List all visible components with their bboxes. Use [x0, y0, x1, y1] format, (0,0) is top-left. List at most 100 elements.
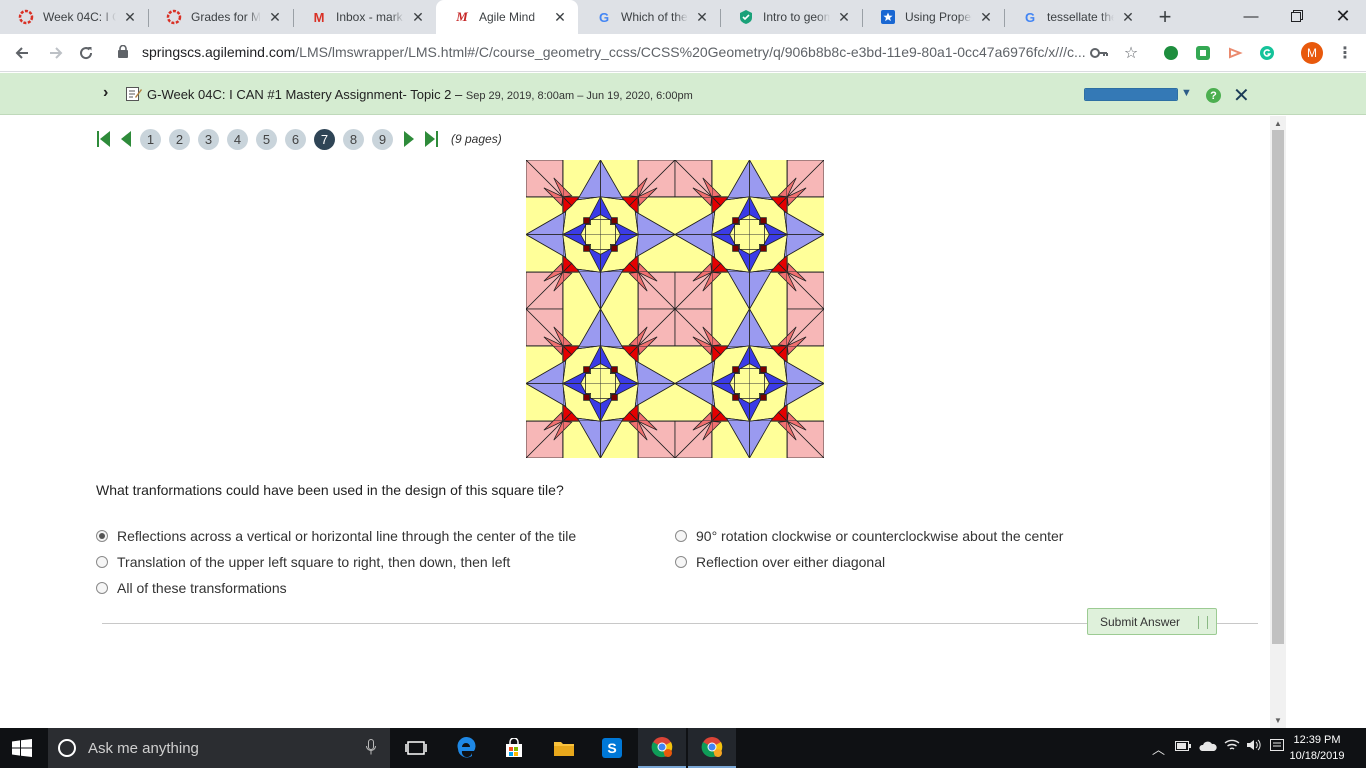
lesson-title: G-Week 04C: I CAN #1 Mastery Assignment-…: [147, 87, 693, 102]
answer-radio[interactable]: [96, 582, 108, 594]
page-navigator: 123456789 (9 pages): [96, 128, 502, 150]
restore-icon[interactable]: [1274, 0, 1320, 32]
answer-option-5[interactable]: All of these transformations: [96, 580, 287, 596]
red-ring-icon: [166, 9, 182, 25]
url-host: springscs.agilemind.com: [142, 44, 296, 60]
answer-option-4[interactable]: Reflection over either diagonal: [675, 554, 885, 570]
browser-tab[interactable]: Week 04C: I CAN ✕: [0, 0, 148, 34]
browser-tab[interactable]: G tessellate the p ✕: [1004, 0, 1146, 34]
browser-tab[interactable]: G Which of the c ✕: [578, 0, 720, 34]
page-number-button[interactable]: 7: [314, 128, 335, 150]
scrollbar-thumb[interactable]: [1272, 130, 1284, 644]
tab-title: Using Properti: [905, 10, 972, 24]
page-number-button[interactable]: 9: [372, 128, 393, 150]
answer-option-1[interactable]: Reflections across a vertical or horizon…: [96, 528, 576, 544]
answer-label: Reflections across a vertical or horizon…: [117, 528, 577, 544]
lesson-date-range: Sep 29, 2019, 8:00am – Jun 19, 2020, 6:0…: [465, 90, 693, 102]
close-tab-icon[interactable]: ✕: [410, 9, 426, 25]
more-menu-icon[interactable]: ⋮: [1334, 42, 1356, 64]
page-number-button[interactable]: 5: [256, 128, 277, 150]
answer-radio[interactable]: [96, 530, 108, 542]
answer-label: Translation of the upper left square to …: [117, 554, 511, 570]
share-extension-icon[interactable]: [1224, 42, 1246, 64]
divider: [102, 623, 1258, 624]
vertical-scrollbar[interactable]: ▲ ▼: [1270, 116, 1286, 728]
close-window-icon[interactable]: ✕: [1320, 0, 1366, 32]
browser-tab-strip: Week 04C: I CAN ✕ Grades for Mark ✕ M In…: [0, 0, 1366, 34]
cortana-icon: [58, 739, 76, 757]
show-hidden-icons-icon[interactable]: ︿: [1152, 739, 1165, 758]
reload-icon[interactable]: [72, 39, 100, 67]
search-placeholder: Ask me anything: [88, 739, 199, 757]
previous-page-icon[interactable]: [118, 129, 134, 149]
grammarly-icon[interactable]: [1256, 42, 1278, 64]
task-view-icon[interactable]: [392, 728, 440, 768]
gmail-icon: M: [313, 9, 325, 25]
close-tab-icon[interactable]: ✕: [122, 9, 138, 25]
close-tab-icon[interactable]: ✕: [267, 9, 283, 25]
close-tab-icon[interactable]: ✕: [552, 9, 568, 25]
browser-tab-active[interactable]: M Agile Mind ✕: [436, 0, 578, 34]
battery-icon[interactable]: [1175, 739, 1191, 754]
back-icon[interactable]: [8, 39, 36, 67]
close-tab-icon[interactable]: ✕: [978, 9, 994, 25]
microphone-icon[interactable]: [366, 738, 376, 758]
minimize-icon[interactable]: —: [1228, 0, 1274, 32]
red-ring-icon: [18, 9, 34, 25]
browser-tab[interactable]: Grades for Mark ✕: [148, 0, 293, 34]
page-number-button[interactable]: 1: [140, 128, 161, 150]
notifications-icon[interactable]: [1270, 739, 1284, 756]
skype-icon[interactable]: S: [588, 728, 636, 768]
answer-option-2[interactable]: 90° rotation clockwise or counterclockwi…: [675, 528, 1063, 544]
shield-check-icon: [738, 9, 754, 25]
edge-browser-icon[interactable]: [442, 728, 490, 768]
page-number-button[interactable]: 2: [169, 128, 190, 150]
forward-icon[interactable]: [42, 39, 70, 67]
expand-chevron-icon[interactable]: ›: [103, 84, 108, 102]
store-icon[interactable]: [490, 728, 538, 768]
wifi-icon[interactable]: [1224, 739, 1240, 754]
windows-start-icon[interactable]: [12, 739, 32, 757]
bookmark-star-icon[interactable]: ☆: [1120, 42, 1142, 64]
close-tab-icon[interactable]: ✕: [694, 9, 710, 25]
address-bar[interactable]: springscs.agilemind.com/LMS/lmswrapper/L…: [142, 44, 1086, 60]
scroll-down-icon[interactable]: ▼: [1274, 716, 1282, 725]
page-number-button[interactable]: 6: [285, 128, 306, 150]
profile-avatar[interactable]: M: [1301, 42, 1323, 64]
onedrive-icon[interactable]: [1199, 739, 1217, 754]
answer-radio[interactable]: [96, 556, 108, 568]
answer-label: Reflection over either diagonal: [696, 554, 886, 570]
new-tab-icon[interactable]: +: [1152, 4, 1178, 30]
close-tab-icon[interactable]: ✕: [1120, 9, 1136, 25]
tab-title: Grades for Mark: [191, 10, 261, 24]
lock-icon[interactable]: [118, 45, 128, 58]
next-page-icon[interactable]: [401, 129, 417, 149]
first-page-icon[interactable]: [96, 129, 112, 149]
browser-tab[interactable]: Intro to geome ✕: [720, 0, 862, 34]
close-lesson-icon[interactable]: ✕: [1233, 83, 1250, 108]
help-icon[interactable]: ?: [1206, 88, 1221, 103]
chrome-profile-icon[interactable]: [688, 728, 736, 768]
chrome-icon[interactable]: [638, 728, 686, 768]
page-number-button[interactable]: 3: [198, 128, 219, 150]
last-page-icon[interactable]: [423, 129, 439, 149]
answer-radio[interactable]: [675, 556, 687, 568]
green-extension-icon[interactable]: [1160, 42, 1182, 64]
answer-option-3[interactable]: Translation of the upper left square to …: [96, 554, 510, 570]
answer-radio[interactable]: [675, 530, 687, 542]
taskbar-search-box[interactable]: Ask me anything: [48, 728, 390, 768]
green-square-extension-icon[interactable]: [1192, 42, 1214, 64]
key-icon[interactable]: [1088, 42, 1110, 64]
page-number-button[interactable]: 8: [343, 128, 364, 150]
browser-tab[interactable]: Using Properti ✕: [862, 0, 1004, 34]
browser-tab[interactable]: M Inbox - mark.b ✕: [293, 0, 436, 34]
page-number-button[interactable]: 4: [227, 128, 248, 150]
progress-dropdown-icon[interactable]: ▼: [1181, 87, 1192, 99]
scroll-up-icon[interactable]: ▲: [1274, 119, 1282, 128]
close-tab-icon[interactable]: ✕: [836, 9, 852, 25]
submit-answer-button[interactable]: Submit Answer: [1087, 608, 1217, 635]
browser-toolbar: springscs.agilemind.com/LMS/lmswrapper/L…: [0, 34, 1366, 72]
volume-icon[interactable]: [1246, 739, 1262, 754]
file-explorer-icon[interactable]: [540, 728, 588, 768]
system-clock[interactable]: 12:39 PM 10/18/2019: [1288, 732, 1346, 764]
